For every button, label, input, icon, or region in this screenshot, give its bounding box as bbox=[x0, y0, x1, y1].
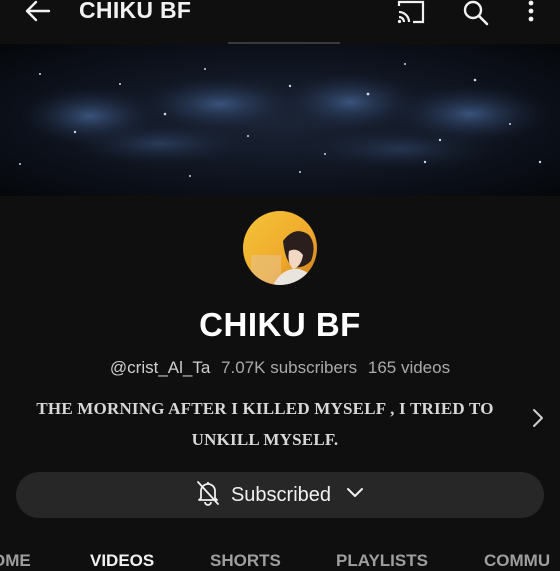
avatar[interactable] bbox=[243, 211, 317, 285]
chevron-right-icon[interactable] bbox=[531, 407, 545, 429]
tab-home[interactable]: OME bbox=[0, 551, 31, 571]
channel-name: CHIKU BF bbox=[199, 306, 361, 343]
page-title: CHIKU BF bbox=[79, 0, 192, 23]
cast-icon[interactable] bbox=[396, 0, 426, 24]
tab-playlists[interactable]: PLAYLISTS bbox=[336, 551, 428, 571]
chevron-down-icon bbox=[345, 486, 365, 505]
tab-shorts[interactable]: SHORTS bbox=[210, 551, 281, 571]
more-vert-icon[interactable] bbox=[525, 0, 537, 24]
channel-description[interactable]: THE MORNING AFTER I KILLED MYSELF , I TR… bbox=[20, 393, 510, 455]
channel-tabs: OME VIDEOS SHORTS PLAYLISTS COMMU bbox=[0, 545, 560, 570]
tab-community[interactable]: COMMU bbox=[484, 551, 550, 571]
search-icon[interactable] bbox=[462, 0, 490, 26]
top-bar: CHIKU BF bbox=[0, 0, 560, 44]
subscribed-button[interactable]: Subscribed bbox=[16, 472, 544, 518]
subscribed-label: Subscribed bbox=[230, 483, 332, 506]
description-line-2: UNKILL MYSELF. bbox=[191, 430, 339, 449]
channel-meta: @crist_Al_Ta 7.07K subscribers 165 video… bbox=[0, 358, 560, 378]
video-count: 165 videos bbox=[367, 358, 451, 377]
channel-banner bbox=[0, 44, 560, 196]
bell-off-icon bbox=[195, 479, 221, 512]
tab-videos[interactable]: VIDEOS bbox=[90, 551, 154, 571]
subscriber-count: 7.07K subscribers bbox=[221, 358, 358, 377]
description-line-1: THE MORNING AFTER I KILLED MYSELF , I TR… bbox=[36, 399, 494, 418]
back-arrow-icon[interactable] bbox=[22, 0, 54, 24]
channel-handle: @crist_Al_Ta bbox=[109, 358, 211, 377]
